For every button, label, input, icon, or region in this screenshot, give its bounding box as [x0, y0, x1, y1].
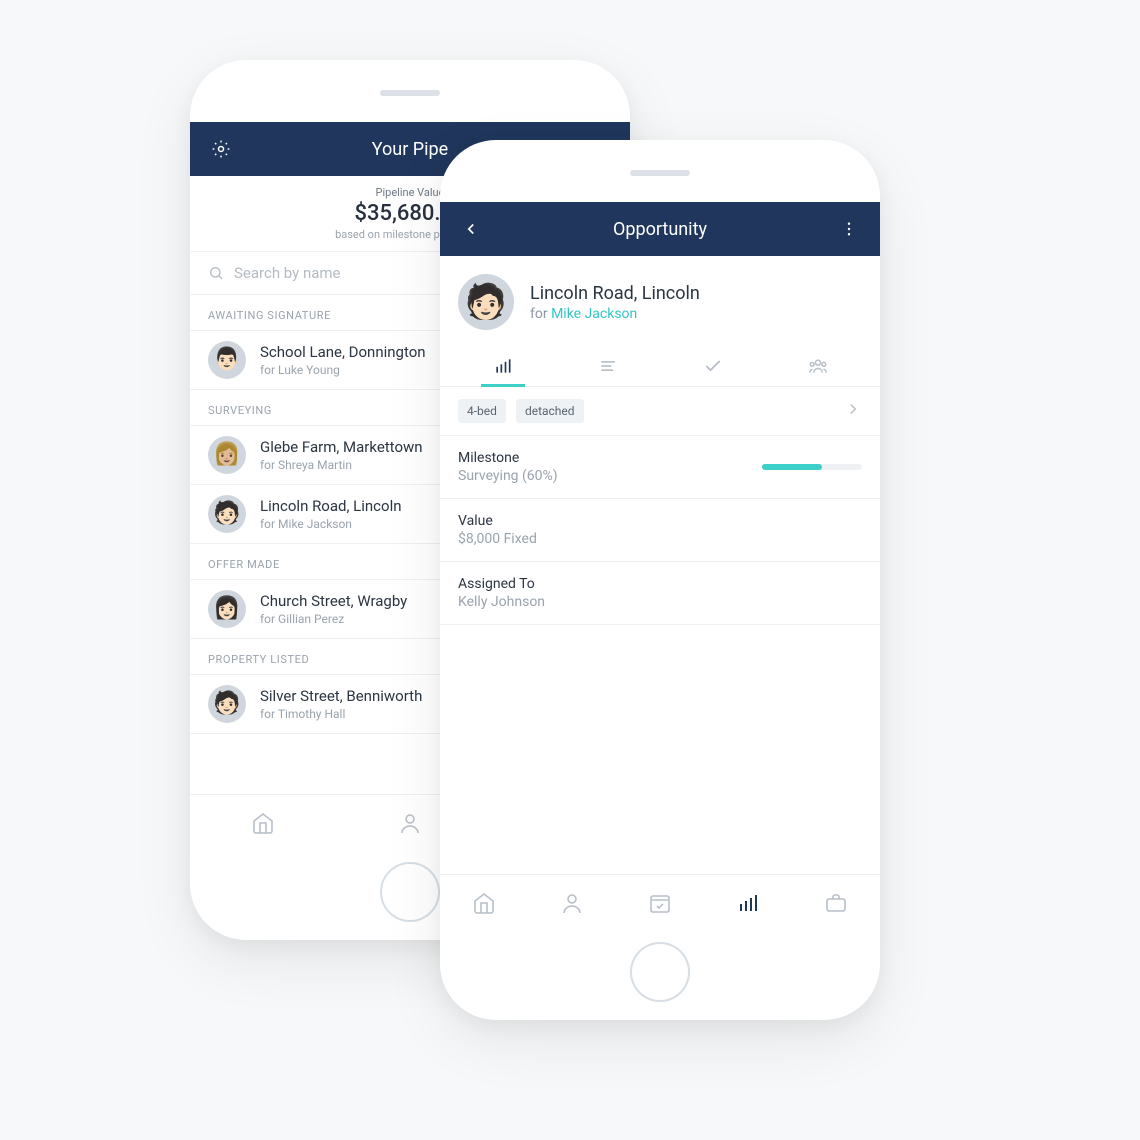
tab-home-icon[interactable] [251, 811, 275, 835]
phone-speaker [380, 90, 440, 96]
more-icon[interactable] [834, 220, 864, 238]
segment-tabs [440, 344, 880, 387]
opportunity-for: for Mike Jackson [530, 306, 700, 322]
assigned-label: Assigned To [458, 576, 862, 592]
item-title: Church Street, Wragby [260, 592, 407, 610]
assigned-value: Kelly Johnson [458, 594, 862, 610]
tab-person-icon[interactable] [398, 811, 422, 835]
milestone-value: Surveying (60%) [458, 468, 558, 484]
phone-speaker [630, 170, 690, 176]
tag: 4-bed [458, 399, 506, 423]
navbar-opportunity: Opportunity [440, 202, 880, 256]
item-sub: for Gillian Perez [260, 612, 407, 626]
tab-notes-icon[interactable] [555, 344, 660, 386]
milestone-block[interactable]: Milestone Surveying (60%) [440, 436, 880, 499]
item-sub: for Timothy Hall [260, 707, 422, 721]
chevron-right-icon [844, 400, 862, 422]
progress-bar [762, 464, 822, 470]
avatar: 👩🏻 [208, 590, 246, 628]
avatar: 🧑🏻 [208, 685, 246, 723]
tag: detached [516, 399, 584, 423]
tab-calendar-icon[interactable] [648, 891, 672, 915]
page-title: Opportunity [486, 219, 834, 240]
gear-icon[interactable] [206, 139, 236, 159]
tab-person-icon[interactable] [560, 891, 584, 915]
for-prefix: for [530, 306, 551, 322]
tabbar [440, 874, 880, 930]
item-title: Glebe Farm, Markettown [260, 438, 423, 456]
contact-link[interactable]: Mike Jackson [551, 306, 637, 322]
tab-home-icon[interactable] [472, 891, 496, 915]
tab-overview-icon[interactable] [450, 344, 555, 386]
search-icon [208, 265, 224, 281]
milestone-label: Milestone [458, 450, 558, 466]
item-sub: for Mike Jackson [260, 517, 402, 531]
tab-people-icon[interactable] [765, 344, 870, 386]
value-block[interactable]: Value $8,000 Fixed [440, 499, 880, 562]
item-title: Lincoln Road, Lincoln [260, 497, 402, 515]
home-button[interactable] [630, 942, 690, 1002]
back-icon[interactable] [456, 220, 486, 238]
tags-row[interactable]: 4-bed detached [440, 387, 880, 436]
tab-briefcase-icon[interactable] [824, 891, 848, 915]
opportunity-title: Lincoln Road, Lincoln [530, 283, 700, 304]
item-title: School Lane, Donnington [260, 343, 426, 361]
phone-opportunity: Opportunity 🧑🏻 Lincoln Road, Lincoln for… [440, 140, 880, 1020]
avatar: 🧑🏻 [208, 495, 246, 533]
avatar: 👩🏼 [208, 436, 246, 474]
avatar: 👨🏻 [208, 341, 246, 379]
opportunity-content: 🧑🏻 Lincoln Road, Lincoln for Mike Jackso… [440, 256, 880, 874]
tab-tasks-icon[interactable] [660, 344, 765, 386]
home-button[interactable] [380, 862, 440, 922]
item-sub: for Luke Young [260, 363, 426, 377]
value-label: Value [458, 513, 862, 529]
tab-stats-icon[interactable] [736, 891, 760, 915]
progress-track [762, 464, 862, 470]
opportunity-header: 🧑🏻 Lincoln Road, Lincoln for Mike Jackso… [440, 256, 880, 344]
value-text: $8,000 Fixed [458, 531, 862, 547]
assigned-block[interactable]: Assigned To Kelly Johnson [440, 562, 880, 625]
item-title: Silver Street, Benniworth [260, 687, 422, 705]
avatar: 🧑🏻 [458, 274, 514, 330]
item-sub: for Shreya Martin [260, 458, 423, 472]
search-placeholder: Search by name [234, 264, 341, 282]
